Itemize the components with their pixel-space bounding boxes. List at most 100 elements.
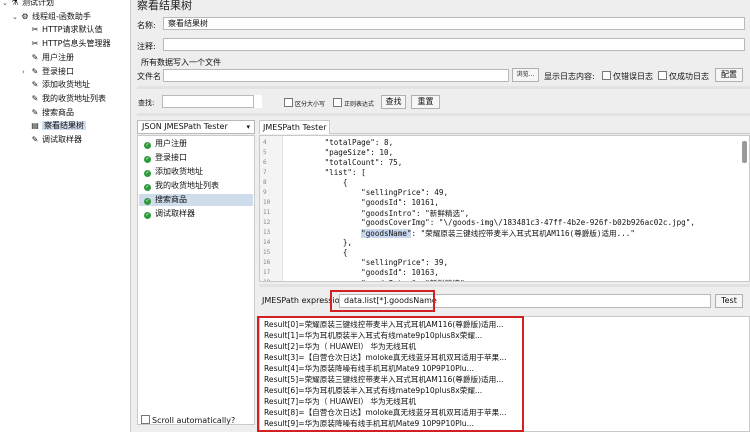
errors-only-checkbox[interactable]: 仅错误日志 xyxy=(602,71,653,82)
tree-item[interactable]: ✎ 搜索商品 xyxy=(22,106,74,119)
scroll-auto-label: Scroll automatically? xyxy=(152,416,236,425)
line-number-gutter: 4 5 6 7 8 9 10 11 12 13 14 15 16 17 18 xyxy=(260,136,283,281)
code-line: { xyxy=(288,248,348,257)
filename-label: 文件名 xyxy=(137,72,161,81)
success-icon: ✓ xyxy=(144,142,151,149)
response-viewer[interactable]: 4 5 6 7 8 9 10 11 12 13 14 15 16 17 18 "totalPage": 8,… xyxy=(259,135,750,282)
regex-checkbox[interactable]: 正则表达式 xyxy=(333,98,374,108)
result-list-item[interactable]: ✓ 登录接口 xyxy=(144,152,187,164)
browse-button[interactable]: 浏览... xyxy=(512,68,539,82)
tree-item-label: 搜索商品 xyxy=(42,107,74,117)
splitter[interactable] xyxy=(259,284,750,287)
tree-item-label: 我的收货地址列表 xyxy=(42,93,106,103)
result-list-item[interactable]: ✓ 我的收货地址列表 xyxy=(144,180,219,192)
tree-node-icon: ✎ xyxy=(31,107,39,117)
code-line: "pageSize": 10, xyxy=(288,148,394,157)
tree-item-label: 察看结果树 xyxy=(42,121,86,131)
regex-label: 正则表达式 xyxy=(344,101,375,108)
tree-item[interactable]: › ✎ 登录接口 xyxy=(22,65,74,78)
splitter[interactable] xyxy=(137,113,750,116)
code-line: { xyxy=(288,178,348,187)
tree-item[interactable]: ⌄ ⚙ 线程组-函数助手 xyxy=(12,10,91,23)
find-button[interactable]: 查找 xyxy=(381,95,406,109)
code-line: "totalCount": 75, xyxy=(288,158,403,167)
code-line: "goodsIntro": "新鲜精选" xyxy=(288,278,465,281)
line-number: 11 xyxy=(263,209,271,216)
tree-item-label: 用户注册 xyxy=(42,52,74,62)
expand-arrow-icon[interactable]: ⌄ xyxy=(2,0,10,10)
case-sensitive-label: 区分大小写 xyxy=(295,101,326,108)
tree-node-icon: ▤ xyxy=(31,121,39,131)
result-list-item[interactable]: ✓ 添加收货地址 xyxy=(144,166,203,178)
tree-item-label: 登录接口 xyxy=(42,66,74,76)
expand-arrow-icon[interactable]: › xyxy=(22,66,30,79)
checkbox-box xyxy=(141,415,150,424)
expand-arrow-icon[interactable]: ⌄ xyxy=(12,11,20,24)
code-line: "list": [ xyxy=(288,168,366,177)
tab-jmespath-tester[interactable]: JMESPath Tester xyxy=(259,120,331,134)
sampler-result-list: ✓ 用户注册 ✓ 登录接口 ✓ 添加收货地址 ✓ 我的收货地址列表 ✓ 搜索商品 ✓ 调试取样器 xyxy=(137,135,255,425)
line-number: 13 xyxy=(263,229,271,236)
success-icon: ✓ xyxy=(144,170,151,177)
config-button[interactable]: 配置 xyxy=(715,68,743,82)
result-list-item[interactable]: ✓ 搜索商品 xyxy=(139,194,253,206)
line-number: 10 xyxy=(263,199,271,206)
line-number: 8 xyxy=(263,179,267,186)
tree-item[interactable]: ⌄ ⚗ 测试计划 xyxy=(2,0,54,9)
tree-item[interactable]: ✂ HTTP请求默认值 xyxy=(22,23,103,36)
result-item-label: 添加收货地址 xyxy=(155,167,203,176)
tree-node-icon: ⚙ xyxy=(21,11,29,21)
tree-item-label: HTTP请求默认值 xyxy=(42,25,103,35)
result-list-item[interactable]: ✓ 用户注册 xyxy=(144,138,187,150)
checkbox-box xyxy=(602,71,611,80)
reset-button[interactable]: 重置 xyxy=(411,95,440,109)
tree-item[interactable]: ✎ 添加收货地址 xyxy=(22,78,90,91)
log-content-label: 显示日志内容: xyxy=(544,72,595,81)
renderer-select[interactable]: JSON JMESPath Tester ▾ xyxy=(137,120,255,134)
test-button[interactable]: Test xyxy=(715,294,743,308)
panel-title: 察看结果树 xyxy=(137,0,192,12)
line-number: 18 xyxy=(263,279,270,281)
tree-node-icon: ✎ xyxy=(31,52,39,62)
tree-item[interactable]: ▤ 察看结果树 xyxy=(22,119,86,132)
tree-item[interactable]: ✎ 调试取样器 xyxy=(22,133,82,146)
write-all-label: 所有数据写入一个文件 xyxy=(141,58,221,67)
code-line: "goodsCoverImg": "\/goods-img\/183481c3-… xyxy=(288,218,695,227)
success-icon: ✓ xyxy=(144,198,151,205)
tester-tabs: JMESPath Tester xyxy=(259,120,750,134)
filename-field[interactable] xyxy=(163,69,509,82)
code-line: "sellingPrice": 49, xyxy=(288,188,449,197)
search-input-frame xyxy=(162,95,254,108)
tree-node-icon: ✎ xyxy=(31,93,39,103)
line-number: 9 xyxy=(263,189,267,196)
vertical-scrollbar[interactable] xyxy=(742,141,747,163)
result-list-item[interactable]: ✓ 调试取样器 xyxy=(144,208,195,220)
splitter[interactable] xyxy=(137,86,750,89)
scroll-auto-checkbox[interactable]: Scroll automatically? xyxy=(141,415,235,425)
highlighted-key: "goodsName" xyxy=(361,229,412,238)
line-number: 7 xyxy=(263,169,267,176)
test-plan-tree: ⌄ ⚗ 测试计划 ⌄ ⚙ 线程组-函数助手 ✂ HTTP请求默认值 ✂ HTTP信息头管理器 ✎ 用户… xyxy=(0,0,131,432)
line-number: 12 xyxy=(263,219,271,226)
code-line: "goodsId": 10161, xyxy=(288,198,439,207)
tree-item-label: 线程组-函数助手 xyxy=(32,11,91,21)
success-only-checkbox[interactable]: 仅成功日志 xyxy=(658,71,709,82)
line-number: 15 xyxy=(263,249,271,256)
name-field[interactable]: 察看结果树 xyxy=(163,17,745,30)
line-number: 4 xyxy=(263,139,267,146)
errors-only-label: 仅错误日志 xyxy=(613,72,653,81)
tree-node-icon: ✎ xyxy=(31,80,39,90)
code-line: "totalPage": 8, xyxy=(288,138,394,147)
tree-node-icon: ✂ xyxy=(31,39,39,49)
tree-node-icon: ✎ xyxy=(31,135,39,144)
code-line: }, xyxy=(288,238,353,247)
tree-item-label: 调试取样器 xyxy=(42,135,82,144)
comment-field[interactable] xyxy=(163,38,745,51)
tree-item[interactable]: ✎ 我的收货地址列表 xyxy=(22,92,106,105)
case-sensitive-checkbox[interactable]: 区分大小写 xyxy=(284,98,325,108)
tree-item[interactable]: ✎ 用户注册 xyxy=(22,51,74,64)
line-number: 14 xyxy=(263,239,271,246)
tree-item[interactable]: ✂ HTTP信息头管理器 xyxy=(22,37,111,50)
result-item-label: 用户注册 xyxy=(155,139,187,148)
